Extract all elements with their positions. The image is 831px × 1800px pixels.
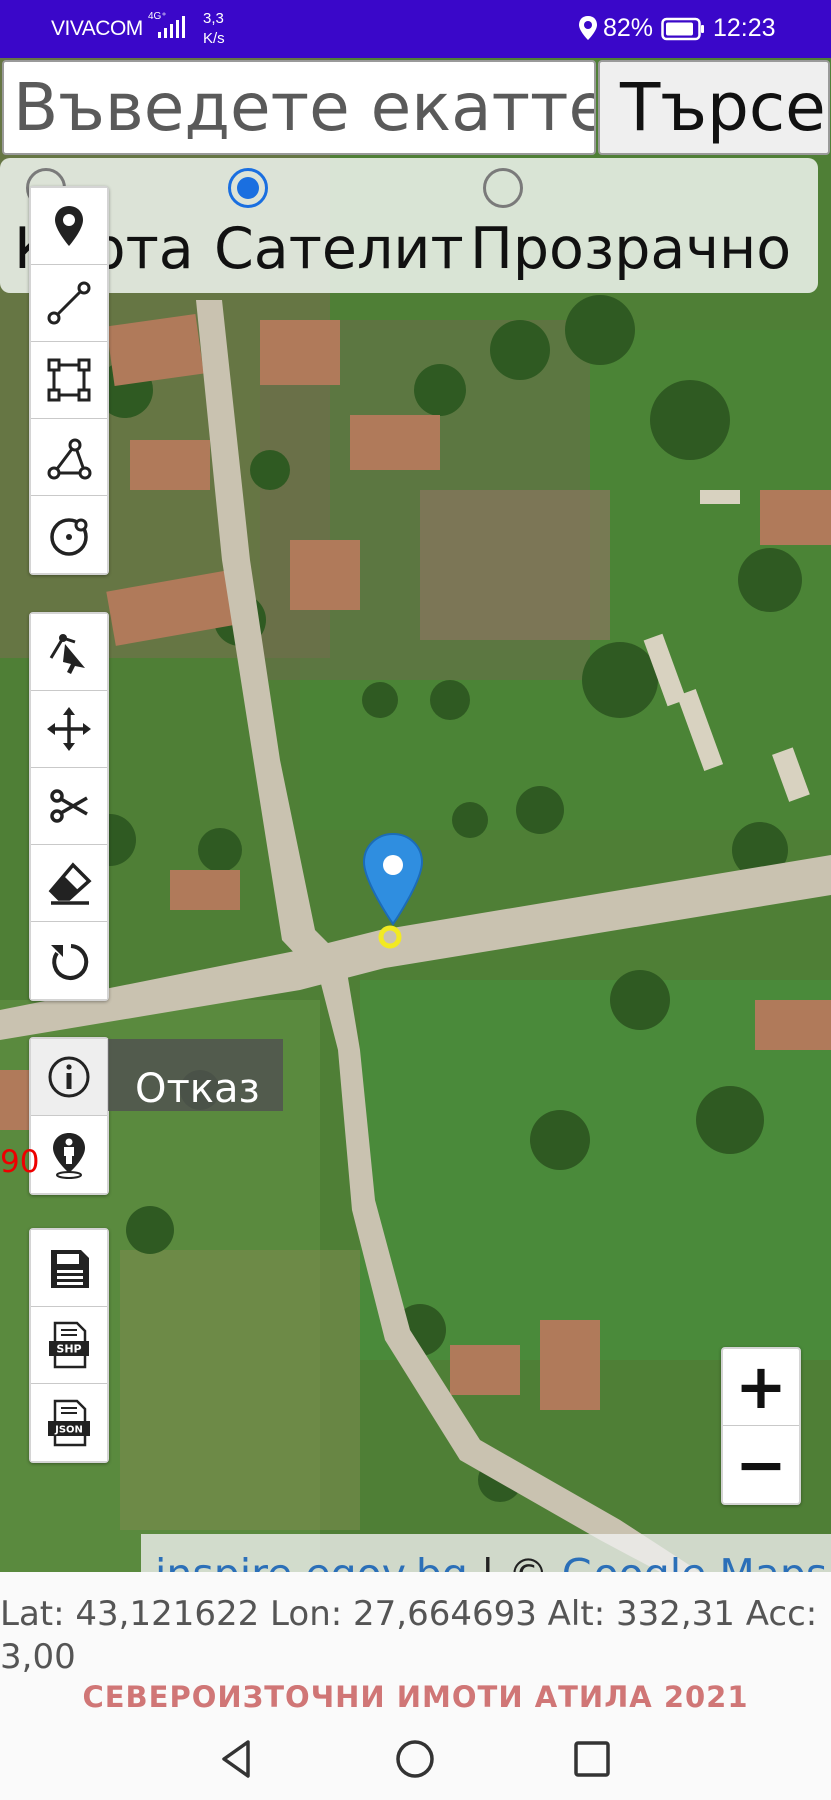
radio-transparent[interactable] (483, 168, 523, 208)
draw-toolbar (29, 186, 109, 575)
move-icon (47, 707, 91, 751)
search-input[interactable] (2, 60, 596, 155)
signal-icon (158, 16, 185, 38)
person-location-icon (53, 1132, 85, 1179)
info-toolbar (29, 1037, 109, 1195)
google-maps-link[interactable]: Google Maps (562, 1550, 828, 1572)
status-bar: VIVACOM 4G⁺ 3,3 K/s 82% 12:23 (0, 0, 831, 58)
back-icon[interactable] (212, 1734, 262, 1784)
cut-button[interactable] (31, 768, 107, 845)
battery-percent: 82% (603, 14, 654, 42)
info-icon (48, 1056, 90, 1098)
draw-polyline-button[interactable] (31, 265, 107, 342)
radio-transparent-label[interactable]: Прозрачно (470, 216, 791, 282)
radio-satellite[interactable] (228, 168, 268, 208)
carrier-name: VIVACOM (51, 17, 143, 40)
inspire-link[interactable]: inspire.egov.bg (155, 1550, 468, 1572)
brand-footer: СЕВЕРОИЗТОЧНИ ИМОТИ АТИЛА 2021 (82, 1680, 749, 1714)
home-icon[interactable] (390, 1734, 440, 1784)
zoom-out-button[interactable]: − (723, 1426, 799, 1503)
select-button[interactable] (31, 614, 107, 691)
cut-icon (50, 789, 88, 823)
location-icon (579, 16, 597, 40)
draw-polygon-button[interactable] (31, 419, 107, 496)
zoom-in-button[interactable]: + (723, 1349, 799, 1426)
rectangle-icon (47, 358, 91, 402)
eraser-icon (48, 862, 92, 905)
export-shp-button[interactable]: SHP (31, 1307, 107, 1384)
circle-icon (50, 517, 88, 556)
save-icon (51, 1250, 89, 1288)
network-speed: 3,3 K/s (203, 10, 225, 47)
polyline-icon (47, 281, 91, 325)
radio-satellite-label[interactable]: Сателит (214, 216, 464, 282)
file-toolbar: SHP JSON (29, 1228, 109, 1463)
shp-label: SHP (56, 1343, 81, 1356)
json-export-icon: JSON (48, 1399, 90, 1446)
zoom-control: + − (721, 1347, 801, 1505)
map-pin-icon[interactable] (358, 832, 428, 952)
info-button[interactable] (31, 1039, 107, 1116)
position-readout: Lat: 43,121622 Lon: 27,664693 Alt: 332,3… (0, 1594, 818, 1677)
attribution-separator: | © (468, 1550, 562, 1572)
rotate-button[interactable] (31, 922, 107, 999)
cancel-button[interactable]: Отказ (108, 1039, 283, 1111)
edit-toolbar (29, 612, 109, 1001)
search-button[interactable]: Търсене (598, 60, 830, 155)
locate-me-button[interactable] (31, 1116, 107, 1193)
clock: 12:23 (713, 14, 776, 42)
export-json-button[interactable]: JSON (31, 1384, 107, 1461)
json-label: JSON (54, 1424, 83, 1435)
move-button[interactable] (31, 691, 107, 768)
rotate-icon (51, 943, 89, 980)
shp-export-icon: SHP (49, 1321, 89, 1369)
marker-icon (55, 206, 83, 246)
battery-icon (661, 17, 704, 41)
map-red-label: 90 (0, 1144, 40, 1180)
draw-rectangle-button[interactable] (31, 342, 107, 419)
map-type-selector: Карта Сателит Прозрачно (0, 158, 818, 293)
draw-marker-button[interactable] (31, 188, 107, 265)
erase-button[interactable] (31, 845, 107, 922)
map-attribution: inspire.egov.bg | © Google Maps (141, 1534, 831, 1572)
select-icon (49, 634, 85, 674)
draw-circle-button[interactable] (31, 496, 107, 573)
save-button[interactable] (31, 1230, 107, 1307)
system-nav-bar (0, 1722, 831, 1800)
polygon-icon (47, 438, 92, 480)
recents-icon[interactable] (567, 1734, 617, 1784)
